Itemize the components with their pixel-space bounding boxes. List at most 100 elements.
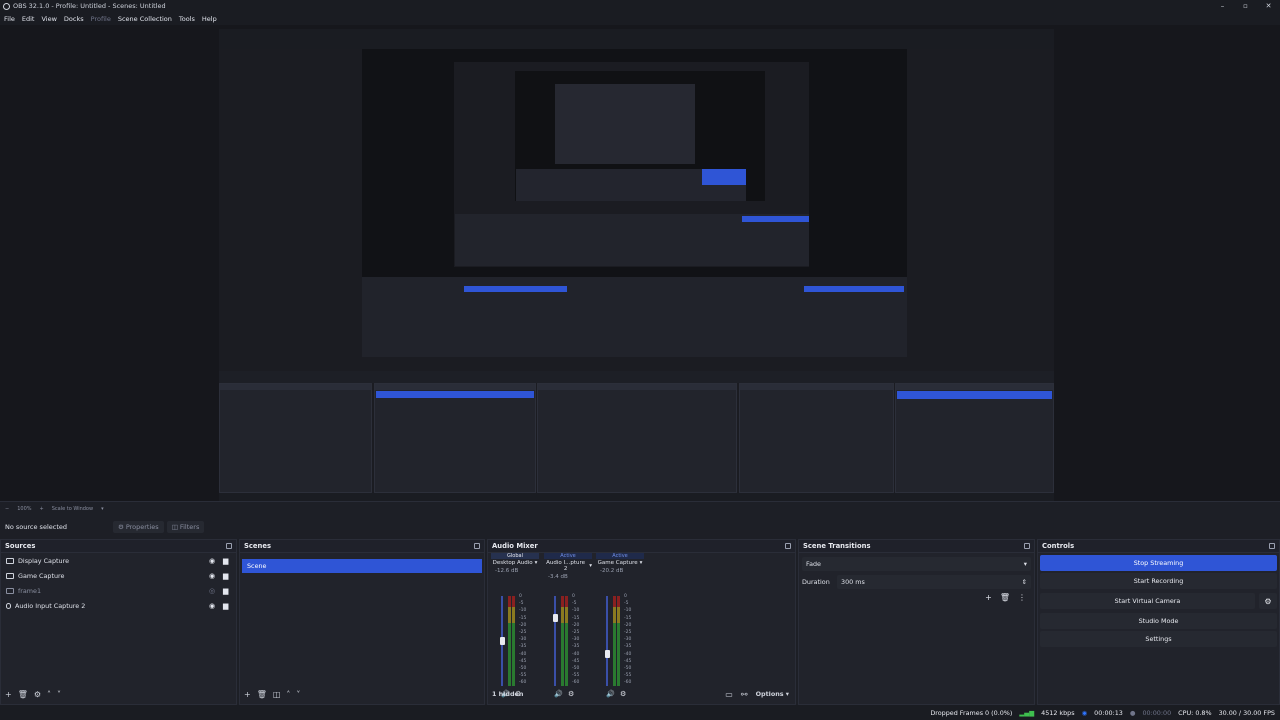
fader-track[interactable] <box>554 596 556 686</box>
fader-handle[interactable] <box>499 636 505 645</box>
move-up-icon[interactable]: ˄ <box>286 690 290 699</box>
channel-name[interactable]: Desktop Audio ▾ <box>491 560 539 566</box>
meter-tick-label: -10 <box>624 608 632 614</box>
meter-tick-label: -15 <box>624 615 632 621</box>
fader-handle[interactable] <box>604 650 610 658</box>
zoom-out-icon[interactable]: − <box>5 506 9 512</box>
filters-button[interactable]: ◫ Filters <box>166 520 205 533</box>
meter-tick-label: 0 <box>624 594 627 599</box>
layout-icon[interactable]: ▭ <box>725 690 733 699</box>
filter-icon: ◫ <box>171 522 178 531</box>
lock-icon[interactable]: ▆ <box>223 572 228 580</box>
menu-tools[interactable]: Tools <box>179 15 195 23</box>
dock-float-icon[interactable] <box>785 543 791 549</box>
dock-float-icon[interactable] <box>226 543 232 549</box>
mixer-channel: Active Game Capture ▾ -20.2 dB 0 -5 -10 -15 -20 -… <box>596 553 644 703</box>
meter-tick-label: -20 <box>572 622 580 628</box>
menu-scene-collection[interactable]: Scene Collection <box>118 15 172 23</box>
visibility-eye-icon[interactable]: ◉ <box>209 602 215 610</box>
duration-input[interactable]: 300 ms ⇕ <box>837 575 1031 589</box>
hidden-count[interactable]: 1 hidden <box>492 690 523 698</box>
transition-select[interactable]: Fade ▾ <box>802 557 1031 571</box>
meter-tick-label: -20 <box>624 622 632 628</box>
gear-icon[interactable]: ⚙ <box>1259 593 1277 609</box>
move-down-icon[interactable]: ˅ <box>57 690 61 699</box>
meter-tick-label: -50 <box>624 666 632 671</box>
studio-mode-button[interactable]: Studio Mode <box>1040 613 1277 629</box>
nested-preview-image <box>219 29 1054 501</box>
stop-streaming-button[interactable]: Stop Streaming <box>1040 555 1277 571</box>
menu-docks[interactable]: Docks <box>64 15 84 23</box>
channel-name[interactable]: Audio I...pture 2 ▾ <box>544 560 592 572</box>
menu-edit[interactable]: Edit <box>22 15 35 23</box>
gamepad-icon <box>6 572 14 579</box>
move-down-icon[interactable]: ˅ <box>296 690 300 699</box>
meter-tick-label: -10 <box>519 608 527 614</box>
add-icon[interactable]: + <box>5 690 12 699</box>
source-item[interactable]: frame1 ◎ ▆ <box>1 583 236 598</box>
link-icon[interactable]: ⚯ <box>741 690 748 699</box>
meter-tick-label: -30 <box>572 637 580 643</box>
display-icon <box>6 557 14 564</box>
source-status: No source selected <box>5 522 67 531</box>
meter-tick-label: -10 <box>572 608 580 614</box>
scale-mode-select[interactable]: Scale to Window <box>52 506 93 512</box>
gear-icon: ⚙ <box>118 522 124 531</box>
channel-db: -12.6 dB <box>495 568 519 574</box>
move-up-icon[interactable]: ˄ <box>47 690 51 699</box>
menu-help[interactable]: Help <box>202 15 217 23</box>
gear-icon[interactable]: ⚙ <box>34 690 41 699</box>
minimize-button[interactable]: – <box>1211 0 1234 12</box>
source-item[interactable]: Game Capture ◉ ▆ <box>1 568 236 583</box>
meter-tick-label: -40 <box>572 651 580 657</box>
menu-view[interactable]: View <box>41 15 56 23</box>
channel-db: -20.2 dB <box>600 568 624 574</box>
more-options-icon[interactable]: ⋮ <box>1018 593 1026 602</box>
scene-item[interactable]: Scene <box>242 559 482 573</box>
maximize-button[interactable]: ▫ <box>1234 0 1257 12</box>
dock-float-icon[interactable] <box>1024 543 1030 549</box>
fader-handle[interactable] <box>552 614 558 622</box>
zoom-in-icon[interactable]: + <box>40 506 44 512</box>
channel-name[interactable]: Game Capture ▾ <box>596 560 644 566</box>
transitions-title: Scene Transitions <box>803 542 871 550</box>
chevron-down-icon[interactable]: ▾ <box>101 506 104 512</box>
menu-file[interactable]: File <box>4 15 15 23</box>
dock-float-icon[interactable] <box>1269 543 1275 549</box>
spinner-icon[interactable]: ⇕ <box>1022 578 1027 586</box>
visibility-eye-icon[interactable]: ◉ <box>209 557 215 565</box>
meter-tick-label: -35 <box>572 644 580 650</box>
lock-icon[interactable]: ▆ <box>223 602 228 610</box>
source-item[interactable]: Display Capture ◉ ▆ <box>1 553 236 568</box>
trash-icon[interactable]: 🗑 <box>18 690 28 699</box>
dock-float-icon[interactable] <box>474 543 480 549</box>
start-virtual-camera-button[interactable]: Start Virtual Camera <box>1040 593 1255 609</box>
volume-meter <box>565 596 568 686</box>
add-icon[interactable]: + <box>244 690 251 699</box>
fader-track[interactable] <box>606 596 608 686</box>
trash-icon[interactable]: 🗑 <box>1000 593 1010 602</box>
meter-tick-label: -5 <box>519 601 524 607</box>
filter-icon[interactable]: ◫ <box>273 690 281 699</box>
properties-button[interactable]: ⚙ Properties <box>113 520 164 533</box>
volume-meter <box>561 596 564 686</box>
close-button[interactable]: ✕ <box>1257 0 1280 12</box>
lock-icon[interactable]: ▆ <box>223 557 228 565</box>
lock-icon[interactable]: ▆ <box>223 587 228 595</box>
add-icon[interactable]: + <box>985 593 992 602</box>
chevron-down-icon: ▾ <box>1023 560 1027 568</box>
status-bar: Dropped Frames 0 (0.0%) ▂▄▆ 4512 kbps ◉ … <box>0 705 1280 720</box>
source-item[interactable]: Audio Input Capture 2 ◉ ▆ <box>1 598 236 613</box>
meter-tick-label: -50 <box>519 666 527 671</box>
start-recording-button[interactable]: Start Recording <box>1040 573 1277 589</box>
options-menu[interactable]: Options ▾ <box>756 690 789 698</box>
visibility-eye-icon[interactable]: ◉ <box>209 572 215 580</box>
meter-tick-label: -45 <box>572 658 580 664</box>
visibility-hidden-icon[interactable]: ◎ <box>209 587 215 595</box>
meter-tick-label: -40 <box>624 651 632 657</box>
settings-button[interactable]: Settings <box>1040 631 1277 647</box>
record-time: 00:00:00 <box>1142 708 1172 717</box>
menu-profile[interactable]: Profile <box>91 15 111 23</box>
preview-toolbar: − 100% + Scale to Window ▾ <box>0 501 1280 516</box>
trash-icon[interactable]: 🗑 <box>257 690 267 699</box>
